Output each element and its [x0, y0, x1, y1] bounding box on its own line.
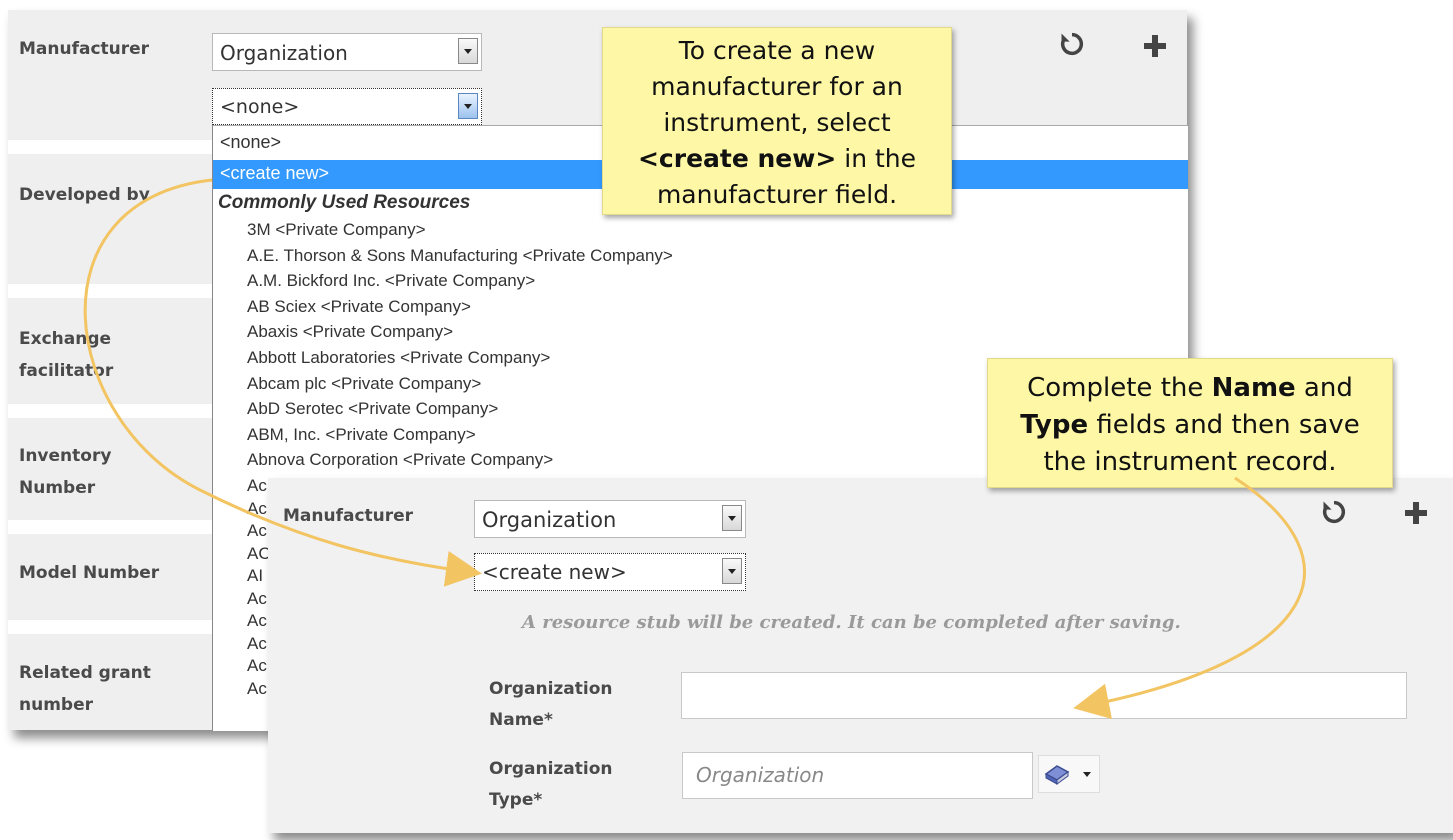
resource-option[interactable]: A.E. Thorson & Sons Manufacturing <Priva…	[247, 246, 673, 266]
org-name-label-1: Organization	[489, 679, 613, 699]
option-group-header: Commonly Used Resources	[218, 192, 471, 213]
row-divider	[8, 140, 220, 154]
row-divider	[8, 404, 220, 418]
panel2-resource-select[interactable]: <create new>	[474, 553, 746, 591]
org-name-label-2: Name*	[489, 710, 553, 730]
resource-option[interactable]: Ac	[247, 521, 267, 541]
chevron-down-icon[interactable]	[722, 558, 742, 584]
inventory-number-label-2: Number	[19, 478, 96, 498]
book-icon	[1044, 763, 1070, 790]
resource-option[interactable]: AI	[247, 566, 263, 586]
org-type-placeholder: Organization	[696, 763, 825, 787]
callout-line: Complete the Name and	[988, 370, 1392, 407]
resource-option[interactable]: Abbott Laboratories <Private Company>	[247, 348, 550, 368]
resource-option[interactable]: Ac	[247, 679, 267, 699]
resource-option[interactable]: ABM, Inc. <Private Company>	[247, 425, 476, 445]
exchange-facilitator-label-2: facilitator	[19, 361, 114, 381]
callout-text: and	[1295, 373, 1353, 403]
org-type-label-1: Organization	[489, 759, 613, 779]
callout-complete-fields: Complete the Name and Type fields and th…	[987, 358, 1393, 488]
org-type-label-2: Type*	[489, 790, 543, 810]
org-type-input[interactable]: Organization	[682, 752, 1033, 799]
resource-option[interactable]: Ac	[247, 634, 267, 654]
callout-line: the instrument record.	[1043, 447, 1337, 477]
resource-option[interactable]: AB Sciex <Private Company>	[247, 297, 471, 317]
exchange-facilitator-label-1: Exchange	[19, 329, 112, 349]
callout-line: manufacturer field.	[656, 180, 898, 209]
chevron-down-icon[interactable]	[458, 38, 478, 64]
callout-line: instrument, select	[663, 108, 891, 137]
callout-text: fields and then save	[1088, 410, 1360, 440]
callout-line: manufacturer for an	[651, 72, 903, 101]
org-name-input[interactable]	[681, 672, 1407, 719]
callout-line: Type fields and then save	[988, 407, 1392, 444]
select-value: <create new>	[482, 560, 627, 584]
resource-option[interactable]: A.M. Bickford Inc. <Private Company>	[247, 271, 535, 291]
resource-option[interactable]: Ac	[247, 611, 267, 631]
option-label: <create new>	[220, 163, 330, 183]
resource-option[interactable]: 3M <Private Company>	[247, 220, 426, 240]
callout-create-new: To create a new manufacturer for an inst…	[602, 27, 952, 215]
row-divider	[8, 620, 220, 634]
related-grant-label-1: Related grant	[19, 663, 151, 683]
manufacturer-type-select[interactable]: Organization	[212, 33, 482, 71]
resource-option[interactable]: AbD Serotec <Private Company>	[247, 399, 498, 419]
caret-down-icon	[1083, 772, 1091, 777]
model-number-label: Model Number	[19, 563, 160, 583]
callout-text: in the	[836, 144, 917, 173]
resource-option[interactable]: Abcam plc <Private Company>	[247, 374, 481, 394]
panel2-manufacturer-label: Manufacturer	[283, 506, 414, 526]
callout-line: <create new> in the	[603, 141, 951, 177]
panel2-reset-icon[interactable]	[1320, 498, 1348, 533]
related-grant-label-2: number	[19, 695, 94, 715]
plus-icon[interactable]	[1143, 33, 1167, 65]
resource-option[interactable]: Ac	[247, 656, 267, 676]
callout-emphasis: Type	[1020, 410, 1089, 440]
chevron-down-icon[interactable]	[722, 505, 742, 531]
callout-line: To create a new	[678, 36, 876, 65]
manufacturer-resource-select[interactable]: <none>	[212, 88, 482, 125]
select-value: <none>	[220, 96, 300, 118]
option-none[interactable]: <none>	[220, 132, 281, 153]
resource-option[interactable]: Ac	[247, 476, 267, 496]
resource-option[interactable]: Ac	[247, 499, 267, 519]
row-divider	[8, 520, 220, 534]
reset-icon[interactable]	[1058, 30, 1086, 65]
select-value: Organization	[482, 508, 617, 532]
developed-by-label: Developed by	[19, 185, 150, 205]
panel2-type-select[interactable]: Organization	[474, 500, 746, 538]
select-value: Organization	[220, 41, 348, 65]
resource-picker-button[interactable]	[1038, 755, 1100, 793]
resource-option[interactable]: Ac	[247, 589, 267, 609]
resource-option[interactable]: Abnova Corporation <Private Company>	[247, 450, 553, 470]
callout-text: Complete the	[1027, 373, 1212, 403]
stub-note: A resource stub will be created. It can …	[522, 612, 1181, 633]
panel2-plus-icon[interactable]	[1404, 500, 1428, 532]
resource-option[interactable]: Abaxis <Private Company>	[247, 322, 453, 342]
callout-emphasis: <create new>	[637, 144, 837, 173]
row-divider	[8, 284, 220, 298]
chevron-down-icon[interactable]	[458, 93, 478, 119]
callout-emphasis: Name	[1211, 373, 1296, 403]
inventory-number-label-1: Inventory	[19, 446, 112, 466]
manufacturer-label: Manufacturer	[19, 39, 150, 59]
